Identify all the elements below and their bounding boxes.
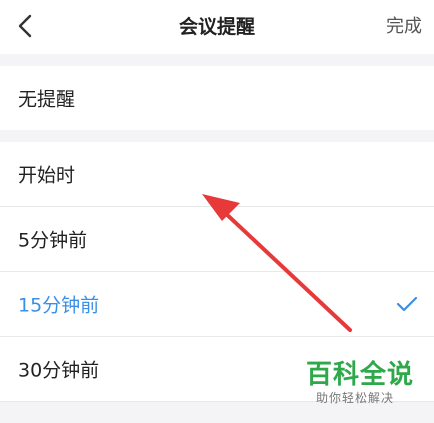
option-label: 开始时	[18, 164, 76, 187]
top-bar: 会议提醒 完成	[0, 0, 434, 54]
done-button[interactable]: 完成	[386, 0, 422, 54]
checkmark-icon	[396, 296, 418, 312]
option-no-reminder[interactable]: 无提醒	[0, 66, 434, 130]
page-title: 会议提醒	[178, 16, 255, 38]
option-30-min[interactable]: 30分钟前	[0, 337, 434, 401]
option-label: 30分钟前	[18, 359, 100, 382]
option-label: 5分钟前	[18, 229, 88, 252]
divider	[0, 401, 434, 402]
option-15-min[interactable]: 15分钟前	[0, 272, 434, 336]
option-label: 无提醒	[18, 88, 76, 111]
option-label: 15分钟前	[18, 294, 100, 317]
option-5-min[interactable]: 5分钟前	[0, 207, 434, 271]
option-at-start[interactable]: 开始时	[0, 142, 434, 206]
